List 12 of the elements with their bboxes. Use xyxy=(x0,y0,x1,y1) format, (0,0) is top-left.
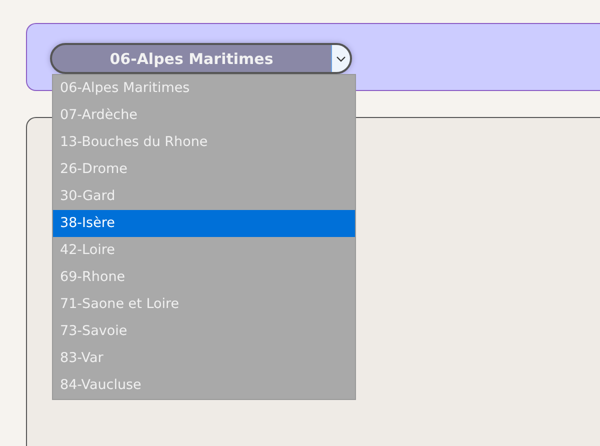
dropdown-option[interactable]: 26-Drome xyxy=(53,156,355,183)
dropdown-option[interactable]: 07-Ardèche xyxy=(53,102,355,129)
dropdown-option[interactable]: 42-Loire xyxy=(53,237,355,264)
dropdown-option[interactable]: 13-Bouches du Rhone xyxy=(53,129,355,156)
dropdown-option[interactable]: 84-Vaucluse xyxy=(53,372,355,399)
dropdown-option[interactable]: 38-Isère xyxy=(53,210,355,237)
dropdown-option[interactable]: 06-Alpes Maritimes xyxy=(53,75,355,102)
dropdown-option[interactable]: 71-Saone et Loire xyxy=(53,291,355,318)
dropdown-option[interactable]: 30-Gard xyxy=(53,183,355,210)
dropdown-option[interactable]: 69-Rhone xyxy=(53,264,355,291)
dropdown-option[interactable]: 83-Var xyxy=(53,345,355,372)
dropdown-option[interactable]: 73-Savoie xyxy=(53,318,355,345)
